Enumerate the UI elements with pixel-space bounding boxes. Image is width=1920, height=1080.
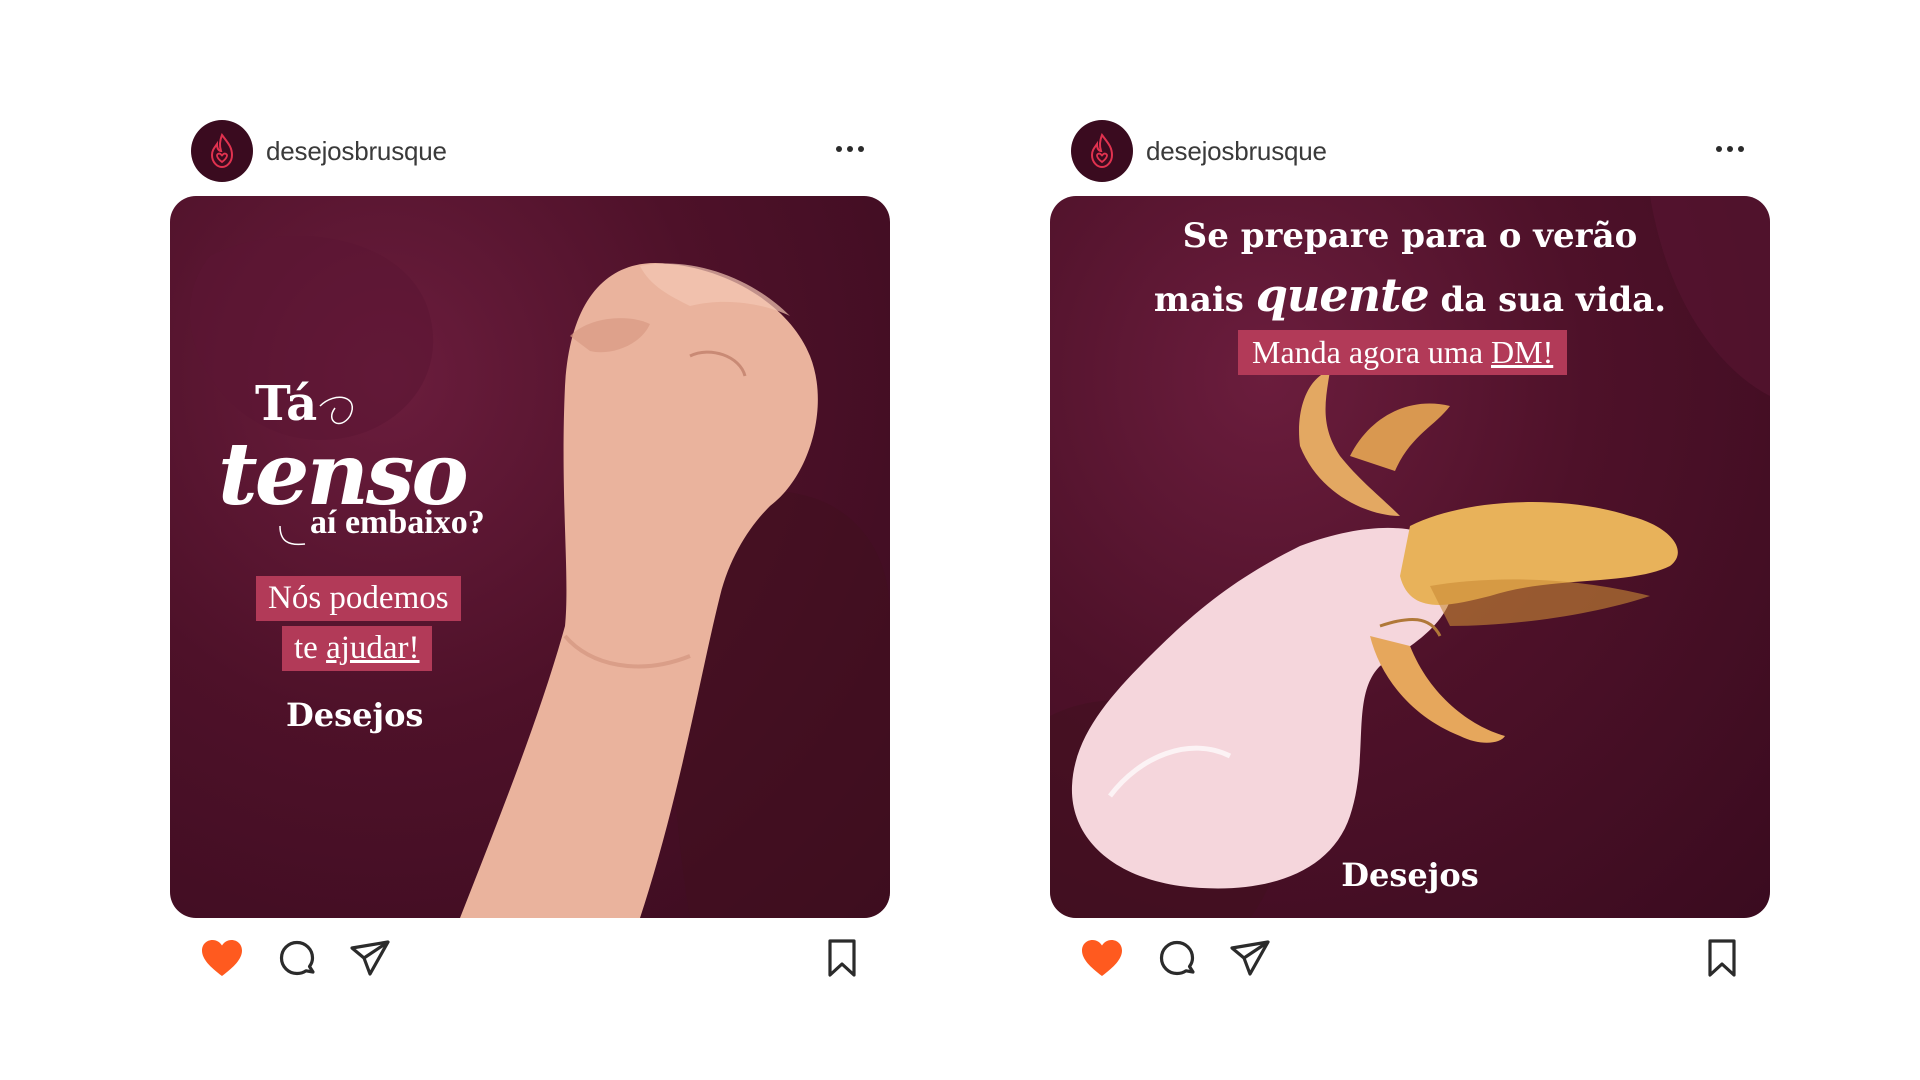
heart-icon [202,940,242,976]
more-dots-icon [1716,146,1744,152]
post-actions [1050,928,1770,988]
comment-button[interactable] [273,934,321,982]
headline-line2-emphasis: quente [1255,268,1430,322]
more-dots-icon [836,146,864,152]
post-header: desejosbrusque [1050,118,1770,182]
image-background [189,236,890,918]
cta-pill-line1: Nós podemos [256,576,461,621]
headline-line2-prefix: mais [1153,280,1256,320]
share-icon [1230,940,1270,976]
save-button[interactable] [818,934,866,982]
post-image[interactable]: Tá tenso aí embaixo? Nós podemos te ajud… [170,196,890,918]
brand-wordmark: Desejos [286,696,424,734]
post-header: desejosbrusque [170,118,890,182]
comment-icon [1159,940,1195,976]
cta-pill-prefix: Manda agora uma [1252,334,1492,370]
cta-pill-line2-prefix: te [294,630,327,666]
more-options-button[interactable] [830,136,870,162]
cta-pill-underlined: DM! [1491,334,1554,370]
post-actions [170,928,890,988]
headline-line2: mais quente da sua vida. [1050,268,1770,322]
flame-logo-icon [210,132,234,169]
bookmark-icon [1708,939,1736,977]
username[interactable]: desejosbrusque [266,136,447,167]
username[interactable]: desejosbrusque [1146,136,1327,167]
comment-button[interactable] [1153,934,1201,982]
share-button[interactable] [346,934,394,982]
save-button[interactable] [1698,934,1746,982]
comment-icon [279,940,315,976]
heart-icon [1082,940,1122,976]
cta-pill-line2: te ajudar! [282,626,432,671]
headline-embaixo: aí embaixo? [310,504,485,541]
instagram-post-1: desejosbrusque Tá tenso aí embaixo? Nós … [170,118,890,977]
cta-pill-line2-underlined: ajudar! [326,630,420,666]
avatar[interactable] [1071,120,1133,182]
cta-pill: Manda agora uma DM! [1238,330,1568,375]
flame-logo-icon [1090,132,1114,169]
instagram-post-2: desejosbrusque Se prepare para o verão m… [1050,118,1770,977]
more-options-button[interactable] [1710,136,1750,162]
headline-line2-suffix: da sua vida. [1428,280,1667,320]
avatar[interactable] [191,120,253,182]
brand-wordmark: Desejos [1341,856,1479,894]
like-button[interactable] [198,934,246,982]
post-image[interactable]: Se prepare para o verão mais quente da s… [1050,196,1770,918]
like-button[interactable] [1078,934,1126,982]
share-icon [350,940,390,976]
headline-line1: Se prepare para o verão [1182,216,1638,256]
bookmark-icon [828,939,856,977]
share-button[interactable] [1226,934,1274,982]
